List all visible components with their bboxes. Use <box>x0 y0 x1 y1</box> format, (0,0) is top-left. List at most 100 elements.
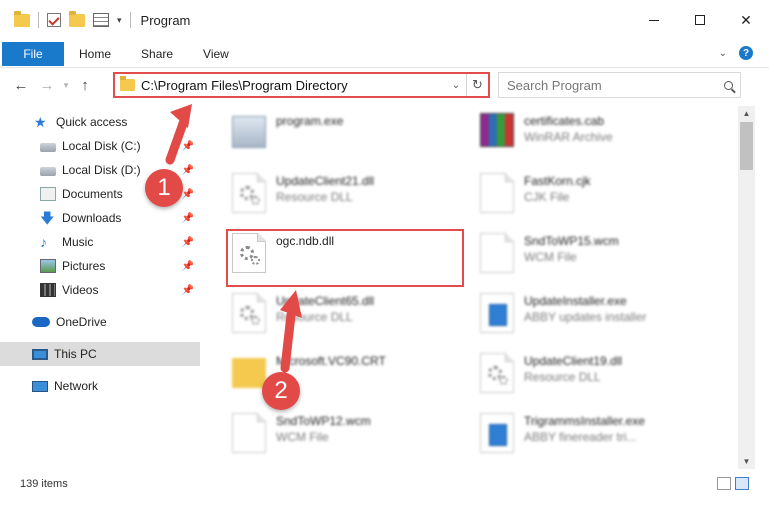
search-icon[interactable] <box>716 80 740 90</box>
chevron-down-icon[interactable]: ▾ <box>117 15 122 26</box>
pin-icon[interactable]: 📌 <box>182 141 194 152</box>
sidebar-item-label: Local Disk (C:) <box>62 139 141 153</box>
file-list: program.exe certificates.cab WinRAR Archi… <box>205 106 738 469</box>
application-icon <box>232 116 266 148</box>
back-arrow-icon[interactable]: ← <box>8 77 34 94</box>
pin-icon[interactable]: 📌 <box>182 237 194 248</box>
file-item[interactable]: SndToWP15.wcm WCM File <box>480 230 730 282</box>
help-icon[interactable]: ? <box>739 46 753 60</box>
file-name: program.exe <box>276 114 344 128</box>
sidebar-item-label: OneDrive <box>56 315 107 329</box>
sidebar-item-onedrive[interactable]: OneDrive <box>0 310 200 334</box>
sidebar-item-label: Downloads <box>62 211 122 225</box>
file-type: ABBY updates installer <box>524 310 647 324</box>
sidebar-item-downloads[interactable]: 🡇 Downloads 📌 <box>0 206 200 230</box>
sidebar-item-quick-access[interactable]: ★ Quick access <box>0 110 200 134</box>
window-title: Program <box>140 12 191 28</box>
downloads-icon: 🡇 <box>40 210 55 226</box>
close-icon: ✕ <box>740 11 752 28</box>
pictures-icon <box>40 259 56 273</box>
installer-icon <box>480 413 514 453</box>
properties-check-icon[interactable] <box>47 13 61 27</box>
file-item[interactable]: UpdateClient19.dll Resource DLL <box>480 350 730 402</box>
file-item[interactable]: UpdateClient65.dll Resource DLL <box>232 290 482 342</box>
sidebar-item-label: Quick access <box>56 115 128 129</box>
address-bar[interactable]: C:\Program Files\Program Directory ⌄ ↻ <box>113 72 490 98</box>
sidebar-item-network[interactable]: Network <box>0 374 200 398</box>
maximize-button[interactable] <box>677 0 723 40</box>
sidebar-item-label: This PC <box>54 347 97 361</box>
sidebar-item-label: Pictures <box>62 259 106 273</box>
refresh-icon[interactable]: ↻ <box>466 74 488 96</box>
details-view-icon[interactable] <box>717 477 731 490</box>
chevron-down-icon[interactable]: ⌄ <box>446 80 466 91</box>
toolbar-divider <box>129 12 131 28</box>
file-icon <box>480 173 514 213</box>
customize-icon[interactable] <box>93 13 109 27</box>
callout-one: 1 <box>145 169 183 207</box>
sidebar-item-label: Videos <box>62 283 99 297</box>
minimize-button[interactable] <box>631 0 677 40</box>
file-type: Resource DLL <box>276 190 353 204</box>
file-type: CJK File <box>524 190 570 204</box>
new-folder-icon[interactable] <box>69 10 85 27</box>
file-type: WinRAR Archive <box>524 130 613 144</box>
installer-icon <box>480 293 514 333</box>
pin-icon[interactable]: 📌 <box>182 285 194 296</box>
folder-icon <box>14 10 30 27</box>
ribbon: File Home Share View ⌄ ? <box>0 40 769 68</box>
pin-icon[interactable]: 📌 <box>182 213 194 224</box>
vertical-scrollbar[interactable]: ▲ ▼ <box>738 106 755 469</box>
tab-home[interactable]: Home <box>64 42 126 66</box>
sidebar-item-music[interactable]: ♪ Music 📌 <box>0 230 200 254</box>
file-item[interactable]: UpdateClient21.dll Resource DLL <box>232 170 482 222</box>
file-type: Resource DLL <box>276 310 353 324</box>
tab-view[interactable]: View <box>188 42 244 66</box>
documents-icon <box>40 187 56 201</box>
file-item[interactable]: FastKorn.cjk CJK File <box>480 170 730 222</box>
file-type: ABBY finereader tri... <box>524 430 637 444</box>
tab-share[interactable]: Share <box>126 42 188 66</box>
sidebar-item-pictures[interactable]: Pictures 📌 <box>0 254 200 278</box>
address-path[interactable]: C:\Program Files\Program Directory <box>141 78 446 93</box>
search-box[interactable] <box>498 72 741 98</box>
file-item[interactable]: certificates.cab WinRAR Archive <box>480 110 730 162</box>
item-count: 139 items <box>20 478 68 490</box>
drive-icon <box>40 167 56 176</box>
navigation-bar: ← → ▾ ↑ C:\Program Files\Program Directo… <box>0 69 769 101</box>
file-name: TrigrammsInstaller.exe <box>524 414 645 428</box>
file-item[interactable]: TrigrammsInstaller.exe ABBY finereader tr… <box>480 410 730 462</box>
forward-arrow-icon[interactable]: → <box>34 77 60 94</box>
sidebar-item-videos[interactable]: Videos 📌 <box>0 278 200 302</box>
star-icon: ★ <box>34 114 47 130</box>
large-icons-view-icon[interactable] <box>735 477 749 490</box>
sidebar-item-label: Documents <box>62 187 123 201</box>
expand-ribbon-icon[interactable]: ⌄ <box>719 48 727 59</box>
file-type: Resource DLL <box>524 370 601 384</box>
scroll-down-icon[interactable]: ▼ <box>738 454 755 469</box>
sidebar-item-label: Music <box>62 235 94 249</box>
file-item[interactable]: SndToWP12.wcm WCM File <box>232 410 482 462</box>
search-input[interactable] <box>499 77 716 93</box>
sidebar-item-this-pc[interactable]: This PC <box>0 342 200 366</box>
file-item[interactable]: program.exe <box>232 110 482 162</box>
file-type: WCM File <box>276 430 329 444</box>
sidebar-item-local-disk-c[interactable]: Local Disk (C:) 📌 <box>0 134 200 158</box>
pin-icon[interactable]: 📌 <box>182 261 194 272</box>
scroll-up-icon[interactable]: ▲ <box>738 106 755 121</box>
close-button[interactable]: ✕ <box>723 0 769 40</box>
callout-two: 2 <box>262 372 300 410</box>
cloud-icon <box>32 317 50 327</box>
file-name: FastKorn.cjk <box>524 174 591 188</box>
scrollbar-thumb[interactable] <box>740 122 753 170</box>
file-name: SndToWP12.wcm <box>276 414 371 428</box>
file-item[interactable]: UpdateInstaller.exe ABBY updates installe… <box>480 290 730 342</box>
pin-icon[interactable]: 📌 <box>182 165 194 176</box>
toolbar-divider <box>38 12 39 28</box>
pin-icon[interactable]: 📌 <box>182 189 194 200</box>
tab-file[interactable]: File <box>2 41 64 66</box>
up-arrow-icon[interactable]: ↑ <box>72 77 98 94</box>
archive-icon <box>480 113 514 147</box>
network-icon <box>32 380 48 392</box>
recent-locations-icon[interactable]: ▾ <box>60 80 72 91</box>
